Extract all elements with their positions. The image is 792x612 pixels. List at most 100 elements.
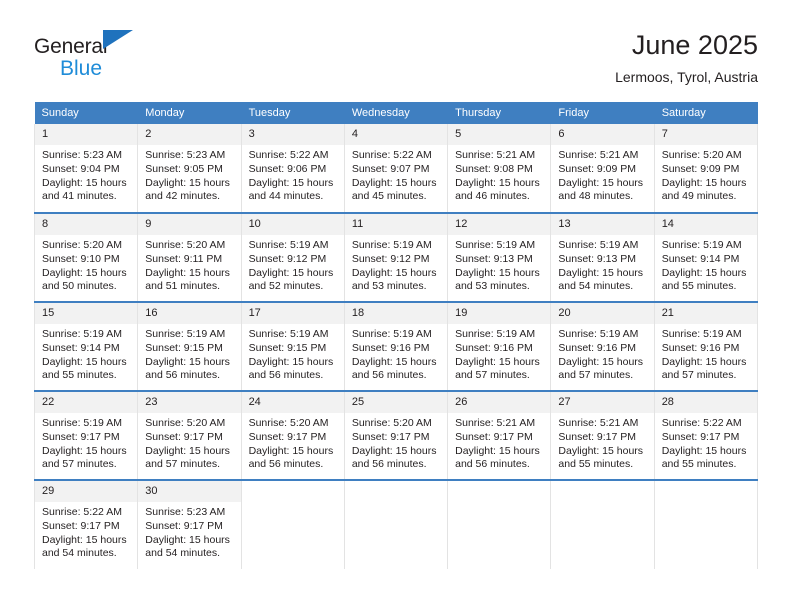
- day-number: 12: [448, 214, 551, 235]
- calendar-cell-inner: 15 Sunrise: 5:19 AM Sunset: 9:14 PM Dayligh…: [35, 303, 138, 390]
- day-sunrise-text: Sunrise: 5:21 AM: [558, 417, 639, 429]
- day-number: 5: [448, 124, 551, 145]
- calendar-week-row: 8 Sunrise: 5:20 AM Sunset: 9:10 PM Daylight…: [33, 212, 759, 302]
- calendar-day-cell[interactable]: 27 Sunrise: 5:21 AM Sunset: 9:17 PM Dayligh…: [550, 390, 655, 480]
- calendar-day-cell[interactable]: 19 Sunrise: 5:19 AM Sunset: 9:16 PM Dayligh…: [447, 301, 552, 391]
- day-daylight1-text: Daylight: 15 hours: [42, 176, 127, 189]
- calendar-day-cell[interactable]: 7 Sunrise: 5:20 AM Sunset: 9:09 PM Daylight…: [653, 124, 759, 213]
- calendar-day-cell[interactable]: 1 Sunrise: 5:23 AM Sunset: 9:04 PM Daylight…: [33, 124, 139, 213]
- weekday-header-saturday: Saturday: [654, 102, 759, 124]
- day-sunset-text: Sunset: 9:17 PM: [455, 430, 533, 443]
- day-sunrise-text: Sunrise: 5:23 AM: [145, 149, 226, 161]
- day-sunset-text: Sunset: 9:17 PM: [145, 430, 223, 443]
- calendar-day-cell[interactable]: 24 Sunrise: 5:20 AM Sunset: 9:17 PM Dayligh…: [240, 390, 345, 480]
- calendar-day-cell[interactable]: 20 Sunrise: 5:19 AM Sunset: 9:16 PM Dayligh…: [550, 301, 655, 391]
- day-sunset-text: Sunset: 9:13 PM: [558, 252, 637, 265]
- day-details: Sunrise: 5:23 AM Sunset: 9:17 PM Daylight:…: [138, 502, 240, 561]
- day-number: 10: [241, 214, 344, 235]
- calendar-day-cell[interactable]: 10 Sunrise: 5:19 AM Sunset: 9:12 PM Dayligh…: [240, 212, 345, 302]
- day-sunrise-text: Sunrise: 5:21 AM: [455, 417, 536, 429]
- calendar-cell-inner: [241, 481, 344, 569]
- day-details: Sunrise: 5:23 AM Sunset: 9:04 PM Daylight:…: [35, 145, 137, 204]
- calendar-cell-inner: 2 Sunrise: 5:23 AM Sunset: 9:05 PM Daylight…: [138, 124, 241, 212]
- day-sunset-text: Sunset: 9:15 PM: [248, 341, 327, 354]
- day-daylight2-text: and 48 minutes.: [558, 190, 634, 203]
- calendar-day-cell[interactable]: 4 Sunrise: 5:22 AM Sunset: 9:07 PM Daylight…: [343, 124, 449, 213]
- logo-triangle-icon: [103, 30, 133, 49]
- day-daylight1-text: Daylight: 15 hours: [248, 355, 334, 368]
- day-number: [241, 481, 344, 502]
- day-sunrise-text: Sunrise: 5:21 AM: [558, 149, 639, 161]
- calendar-day-cell[interactable]: 9 Sunrise: 5:20 AM Sunset: 9:11 PM Daylight…: [137, 212, 242, 302]
- calendar-day-cell[interactable]: 6 Sunrise: 5:21 AM Sunset: 9:09 PM Daylight…: [550, 124, 655, 213]
- calendar-cell-inner: 20 Sunrise: 5:19 AM Sunset: 9:16 PM Dayligh…: [551, 303, 654, 390]
- calendar-day-cell[interactable]: 15 Sunrise: 5:19 AM Sunset: 9:14 PM Dayligh…: [33, 301, 139, 391]
- calendar-day-cell[interactable]: 28 Sunrise: 5:22 AM Sunset: 9:17 PM Dayligh…: [653, 390, 759, 480]
- calendar-day-cell[interactable]: 12 Sunrise: 5:19 AM Sunset: 9:13 PM Dayligh…: [447, 212, 552, 302]
- generalblue-logo[interactable]: General Blue: [34, 28, 146, 80]
- weekday-header-tuesday: Tuesday: [241, 102, 345, 124]
- calendar-cell-inner: 6 Sunrise: 5:21 AM Sunset: 9:09 PM Daylight…: [551, 124, 654, 212]
- day-daylight2-text: and 56 minutes.: [248, 458, 324, 471]
- calendar-cell-inner: 11 Sunrise: 5:19 AM Sunset: 9:12 PM Dayligh…: [344, 214, 448, 301]
- calendar-cell-inner: 14 Sunrise: 5:19 AM Sunset: 9:14 PM Dayligh…: [654, 214, 757, 301]
- day-number: 6: [551, 124, 654, 145]
- day-daylight1-text: Daylight: 15 hours: [661, 266, 747, 279]
- calendar-day-cell[interactable]: 21 Sunrise: 5:19 AM Sunset: 9:16 PM Dayligh…: [653, 301, 759, 391]
- calendar-day-cell[interactable]: 23 Sunrise: 5:20 AM Sunset: 9:17 PM Dayligh…: [137, 390, 242, 480]
- day-sunset-text: Sunset: 9:15 PM: [145, 341, 223, 354]
- calendar-day-cell[interactable]: 16 Sunrise: 5:19 AM Sunset: 9:15 PM Dayligh…: [137, 301, 242, 391]
- calendar-day-cell[interactable]: 17 Sunrise: 5:19 AM Sunset: 9:15 PM Dayligh…: [240, 301, 345, 391]
- day-sunset-text: Sunset: 9:14 PM: [661, 252, 740, 265]
- calendar-day-cell[interactable]: 13 Sunrise: 5:19 AM Sunset: 9:13 PM Dayligh…: [550, 212, 655, 302]
- calendar-day-cell[interactable]: 5 Sunrise: 5:21 AM Sunset: 9:08 PM Daylight…: [447, 124, 552, 213]
- page-subtitle: Lermoos, Tyrol, Austria: [615, 69, 758, 85]
- weekday-header-friday: Friday: [550, 102, 655, 124]
- calendar-cell-inner: 12 Sunrise: 5:19 AM Sunset: 9:13 PM Dayligh…: [448, 214, 551, 301]
- day-sunrise-text: Sunrise: 5:20 AM: [42, 239, 122, 251]
- calendar-day-cell[interactable]: 22 Sunrise: 5:19 AM Sunset: 9:17 PM Dayligh…: [33, 390, 139, 480]
- calendar-page: General Blue June 2025 Lermoos, Tyrol, A…: [0, 0, 792, 612]
- calendar-day-cell[interactable]: 2 Sunrise: 5:23 AM Sunset: 9:05 PM Daylight…: [137, 124, 242, 213]
- day-number: 7: [654, 124, 757, 145]
- day-number: 9: [138, 214, 241, 235]
- day-daylight2-text: and 54 minutes.: [558, 280, 634, 293]
- day-number: 27: [551, 392, 654, 413]
- calendar-cell-inner: [448, 481, 551, 569]
- day-daylight2-text: and 56 minutes.: [248, 369, 324, 382]
- day-daylight2-text: and 56 minutes.: [351, 458, 427, 471]
- day-daylight2-text: and 52 minutes.: [248, 280, 324, 293]
- day-daylight2-text: and 45 minutes.: [351, 190, 427, 203]
- day-sunset-text: Sunset: 9:05 PM: [145, 162, 223, 175]
- day-daylight1-text: Daylight: 15 hours: [661, 444, 747, 457]
- day-details: Sunrise: 5:19 AM Sunset: 9:14 PM Daylight:…: [655, 235, 757, 294]
- calendar-day-cell[interactable]: 11 Sunrise: 5:19 AM Sunset: 9:12 PM Dayligh…: [343, 212, 449, 302]
- day-sunrise-text: Sunrise: 5:19 AM: [558, 239, 639, 251]
- day-sunset-text: Sunset: 9:16 PM: [661, 341, 740, 354]
- day-number: 16: [138, 303, 241, 324]
- day-sunset-text: Sunset: 9:11 PM: [145, 252, 223, 265]
- calendar-cell-inner: 8 Sunrise: 5:20 AM Sunset: 9:10 PM Daylight…: [35, 214, 138, 301]
- calendar-day-cell[interactable]: 3 Sunrise: 5:22 AM Sunset: 9:06 PM Daylight…: [240, 124, 345, 213]
- calendar-day-cell[interactable]: 14 Sunrise: 5:19 AM Sunset: 9:14 PM Dayligh…: [653, 212, 759, 302]
- day-sunset-text: Sunset: 9:17 PM: [42, 519, 120, 532]
- day-daylight1-text: Daylight: 15 hours: [558, 176, 644, 189]
- day-number: 8: [35, 214, 138, 235]
- day-daylight2-text: and 57 minutes.: [42, 458, 117, 471]
- calendar-day-cell[interactable]: 26 Sunrise: 5:21 AM Sunset: 9:17 PM Dayligh…: [447, 390, 552, 480]
- day-number: 29: [35, 481, 138, 502]
- calendar-day-cell[interactable]: 8 Sunrise: 5:20 AM Sunset: 9:10 PM Daylight…: [33, 212, 139, 302]
- day-details: Sunrise: 5:22 AM Sunset: 9:07 PM Daylight:…: [345, 145, 447, 204]
- day-details: Sunrise: 5:21 AM Sunset: 9:17 PM Daylight:…: [551, 413, 653, 472]
- day-sunrise-text: Sunrise: 5:20 AM: [661, 149, 742, 161]
- weekday-header-sunday: Sunday: [34, 102, 139, 124]
- day-details: Sunrise: 5:20 AM Sunset: 9:09 PM Daylight:…: [655, 145, 757, 204]
- day-daylight1-text: Daylight: 15 hours: [145, 533, 230, 546]
- calendar-day-cell[interactable]: 29 Sunrise: 5:22 AM Sunset: 9:17 PM Dayligh…: [33, 479, 139, 569]
- day-details: Sunrise: 5:20 AM Sunset: 9:10 PM Daylight:…: [35, 235, 137, 294]
- calendar-day-cell[interactable]: 18 Sunrise: 5:19 AM Sunset: 9:16 PM Dayligh…: [343, 301, 449, 391]
- calendar-day-cell[interactable]: 25 Sunrise: 5:20 AM Sunset: 9:17 PM Dayligh…: [343, 390, 449, 480]
- calendar-day-cell[interactable]: 30 Sunrise: 5:23 AM Sunset: 9:17 PM Dayligh…: [137, 479, 242, 569]
- day-daylight2-text: and 51 minutes.: [145, 280, 220, 293]
- day-sunset-text: Sunset: 9:17 PM: [661, 430, 740, 443]
